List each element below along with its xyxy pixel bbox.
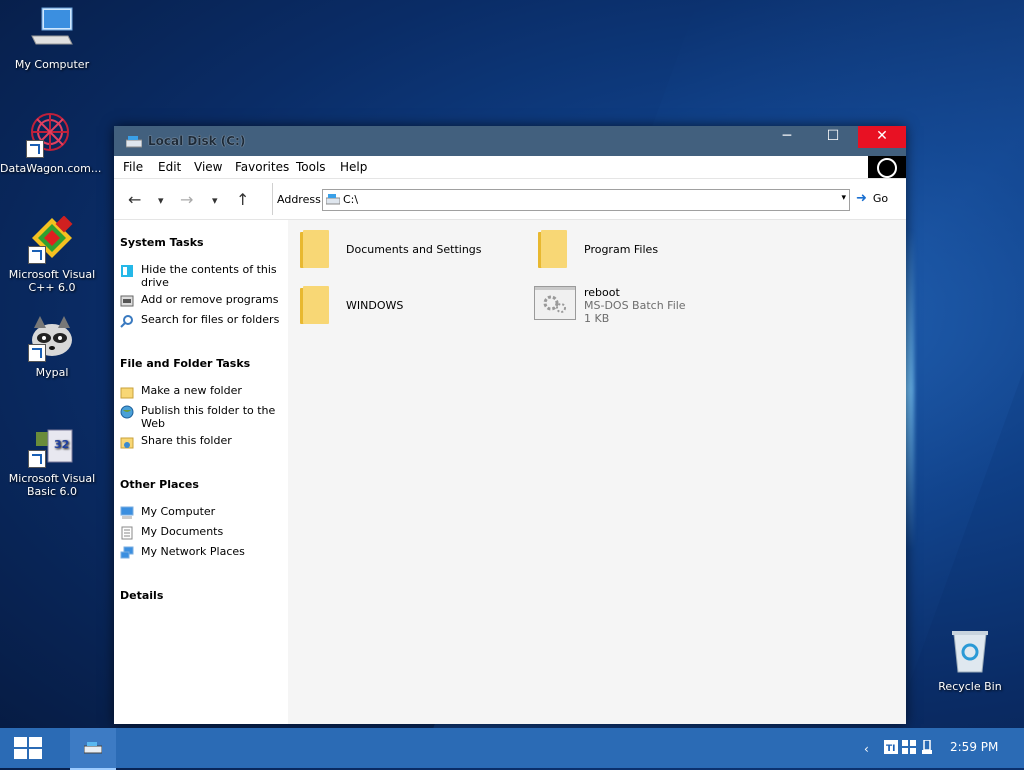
start-button[interactable] bbox=[14, 737, 44, 759]
shortcut-arrow-icon bbox=[28, 450, 46, 468]
network-icon bbox=[120, 546, 134, 560]
documents-icon bbox=[120, 526, 134, 540]
drive-icon bbox=[125, 134, 143, 148]
menu-bar: File Edit View Favorites Tools Help bbox=[114, 156, 906, 179]
file-view: Documents and Settings Program Files WIN… bbox=[288, 220, 906, 724]
explorer-window: Local Disk (C:) ─ ☐ ✕ File Edit View Fav… bbox=[114, 126, 906, 724]
toolbar-separator bbox=[272, 183, 273, 215]
task-share-folder[interactable]: Share this folder bbox=[120, 434, 282, 449]
task-add-remove-programs[interactable]: Add or remove programs bbox=[120, 293, 282, 308]
forward-button[interactable]: → bbox=[180, 190, 193, 209]
share-folder-icon bbox=[120, 435, 134, 449]
add-remove-programs-icon bbox=[120, 294, 134, 308]
window-title: Local Disk (C:) bbox=[148, 134, 246, 148]
mypal-raccoon-icon bbox=[28, 314, 76, 362]
address-dropdown-icon[interactable]: ▾ bbox=[841, 193, 846, 203]
maximize-button[interactable]: ☐ bbox=[810, 126, 856, 148]
other-places-heading: Other Places bbox=[120, 478, 199, 491]
desktop-icon-visual-basic[interactable]: 32 Microsoft Visual Basic 6.0 bbox=[2, 420, 102, 498]
desktop-icon-mypal[interactable]: Mypal bbox=[2, 314, 102, 379]
place-my-network-places[interactable]: My Network Places bbox=[120, 545, 282, 560]
place-my-computer[interactable]: My Computer bbox=[120, 505, 282, 520]
menu-file[interactable]: File bbox=[123, 160, 143, 174]
datawagon-icon bbox=[26, 110, 74, 158]
recycle-bin-icon bbox=[946, 628, 994, 676]
shortcut-arrow-icon bbox=[28, 344, 46, 362]
shortcut-arrow-icon bbox=[28, 246, 46, 264]
details-heading[interactable]: Details bbox=[120, 589, 163, 602]
svg-text:32: 32 bbox=[54, 438, 69, 451]
svg-text:TI: TI bbox=[886, 744, 896, 754]
file-folder-tasks-heading: File and Folder Tasks bbox=[120, 357, 251, 370]
close-button[interactable]: ✕ bbox=[858, 126, 906, 148]
item-size: 1 KB bbox=[584, 312, 610, 325]
task-search-files[interactable]: Search for files or folders bbox=[120, 313, 282, 328]
globe-icon bbox=[120, 405, 134, 419]
menu-favorites[interactable]: Favorites bbox=[235, 160, 289, 174]
menu-view[interactable]: View bbox=[194, 160, 222, 174]
drive-icon bbox=[325, 193, 341, 205]
task-hide-drive-contents[interactable]: Hide the contents of this drive bbox=[120, 263, 282, 289]
desktop-icon-visual-cpp[interactable]: Microsoft Visual C++ 6.0 bbox=[2, 215, 102, 294]
item-name: reboot bbox=[584, 286, 620, 299]
toolbar: ← ▾ → ▾ ↑ Address ▾ ➜Go bbox=[114, 179, 906, 220]
taskbar-explorer-button[interactable] bbox=[70, 728, 116, 770]
computer-icon bbox=[120, 506, 134, 520]
computer-icon bbox=[28, 6, 76, 54]
go-arrow-icon: ➜ bbox=[856, 191, 867, 206]
item-name: Program Files bbox=[584, 243, 659, 256]
tray-chevron[interactable]: ‹ bbox=[864, 742, 869, 756]
item-name: Documents and Settings bbox=[346, 243, 482, 256]
title-bar[interactable]: Local Disk (C:) ─ ☐ ✕ bbox=[114, 126, 906, 156]
go-button[interactable]: ➜ Go bbox=[856, 191, 888, 206]
forward-history-dropdown[interactable]: ▾ bbox=[212, 194, 218, 207]
windows-brand-logo bbox=[868, 156, 906, 178]
address-bar[interactable]: ▾ bbox=[322, 189, 850, 211]
batch-file-icon bbox=[534, 286, 576, 320]
system-tasks-heading: System Tasks bbox=[120, 236, 204, 249]
taskbar: ‹ TI 2:59 PM bbox=[0, 728, 1024, 770]
desktop-icon-datawagon[interactable]: DataWagon.com... bbox=[0, 110, 101, 175]
drive-icon bbox=[84, 742, 102, 754]
item-name: WINDOWS bbox=[346, 299, 404, 312]
desktop-icon-recycle-bin[interactable]: Recycle Bin bbox=[920, 628, 1020, 693]
address-input[interactable] bbox=[343, 192, 823, 206]
visual-basic-icon: 32 bbox=[28, 420, 76, 468]
item-type: MS-DOS Batch File bbox=[584, 299, 686, 312]
hide-contents-icon bbox=[120, 264, 134, 278]
task-publish-folder[interactable]: Publish this folder to the Web bbox=[120, 404, 282, 430]
minimize-button[interactable]: ─ bbox=[764, 126, 810, 148]
new-folder-icon bbox=[120, 385, 134, 399]
folder-icon bbox=[300, 230, 330, 268]
back-history-dropdown[interactable]: ▾ bbox=[158, 194, 164, 207]
menu-edit[interactable]: Edit bbox=[158, 160, 181, 174]
task-make-new-folder[interactable]: Make a new folder bbox=[120, 384, 282, 399]
place-my-documents[interactable]: My Documents bbox=[120, 525, 282, 540]
folder-icon bbox=[538, 230, 568, 268]
usb-device-icon[interactable] bbox=[920, 739, 934, 754]
search-icon bbox=[120, 314, 134, 328]
folder-icon bbox=[300, 286, 330, 324]
tasks-pane: System Tasks Hide the contents of this d… bbox=[114, 220, 288, 724]
visual-cpp-icon bbox=[28, 215, 76, 264]
menu-tools[interactable]: Tools bbox=[296, 160, 326, 174]
address-label: Address bbox=[277, 193, 321, 206]
back-button[interactable]: ← bbox=[128, 190, 141, 209]
clock[interactable]: 2:59 PM bbox=[950, 740, 998, 754]
input-method-icon[interactable]: TI bbox=[884, 740, 898, 754]
up-button[interactable]: ↑ bbox=[236, 190, 249, 209]
desktop-icon-my-computer[interactable]: My Computer bbox=[2, 6, 102, 71]
menu-help[interactable]: Help bbox=[340, 160, 367, 174]
shortcut-arrow-icon bbox=[26, 140, 44, 158]
ring-icon bbox=[877, 158, 897, 178]
network-tray-icon[interactable] bbox=[902, 740, 916, 754]
